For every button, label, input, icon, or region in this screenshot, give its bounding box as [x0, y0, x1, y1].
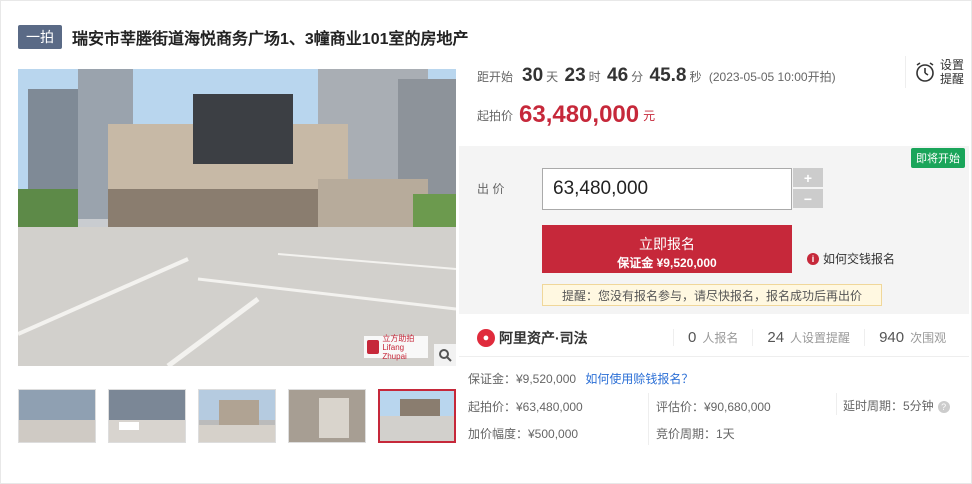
- detail-cycle: 竞价周期：1天: [656, 427, 735, 441]
- detail-start-price: 起拍价：¥63,480,000: [468, 400, 583, 414]
- auction-info: 距开始 30 天 23 时 46 分 45.8 秒 (2023-05-05 10:00开…: [459, 56, 969, 134]
- countdown-hours: 23: [564, 65, 586, 86]
- question-icon[interactable]: ?: [937, 400, 950, 413]
- main-photo[interactable]: 立方助拍 Lifang Zhupai: [18, 69, 456, 366]
- ali-assets-logo: ● 阿里资产·司法: [459, 328, 649, 348]
- watermark-icon: [367, 340, 380, 354]
- countdown-label: 距开始: [477, 69, 514, 84]
- zoom-button[interactable]: [434, 344, 456, 366]
- watermark-text: 立方助拍: [382, 333, 415, 343]
- detail-appraisal: 评估价：¥90,680,000: [656, 400, 771, 414]
- detail-delay: 延时周期：5分钟?: [843, 397, 950, 414]
- ali-logo-icon: ●: [477, 328, 495, 347]
- watermark-logo: 立方助拍 Lifang Zhupai: [364, 333, 428, 361]
- deposit-help-link[interactable]: 如何使用赊钱报名？: [585, 372, 693, 386]
- property-photo: [18, 69, 456, 366]
- countdown: 30 天 23 时 46 分 45.8 秒 (2023-05-05 10:00开拍): [522, 65, 836, 86]
- register-button[interactable]: 立即报名 保证金 ¥9,520,000: [542, 225, 792, 273]
- divider: [648, 393, 649, 445]
- magnifier-icon: [439, 349, 452, 362]
- title-bar: 一拍 瑞安市莘塍街道海悦商务广场1、3幢商业101室的房地产: [18, 25, 469, 49]
- alarm-clock-icon: [916, 62, 934, 82]
- registration-tip: 提醒：您没有报名参与，请尽快报名，报名成功后再出价: [542, 284, 882, 306]
- set-reminder-button[interactable]: 设置 提醒: [905, 56, 964, 88]
- bid-input[interactable]: 63,480,000: [542, 168, 792, 210]
- deposit-amount: 保证金：¥9,520,000: [468, 372, 577, 386]
- thumbnail-1[interactable]: [18, 389, 96, 443]
- start-price-value: 63,480,000: [519, 101, 640, 128]
- thumbnail-3[interactable]: [198, 389, 276, 443]
- auction-page: 一拍 瑞安市莘塍街道海悦商务广场1、3幢商业101室的房地产 立方助拍 Lifa…: [0, 0, 972, 484]
- info-icon: i: [807, 252, 819, 265]
- page-title: 瑞安市莘塍街道海悦商务广场1、3幢商业101室的房地产: [72, 31, 469, 48]
- thumbnail-strip: [18, 389, 456, 443]
- thumbnail-2[interactable]: [108, 389, 186, 443]
- watermark-subtext: Lifang Zhupai: [382, 342, 407, 361]
- start-price-row: 起拍价 63,480,000 元: [459, 96, 969, 134]
- countdown-seconds: 45.8: [649, 65, 687, 86]
- start-price-unit: 元: [643, 108, 656, 123]
- status-badge: 即将开始: [911, 148, 965, 168]
- divider: [836, 393, 837, 415]
- reminder-count: 24 人设置提醒: [752, 329, 864, 346]
- countdown-minutes: 46: [607, 65, 629, 86]
- bid-panel: 即将开始 出 价 63,480,000 + − 立即报名 保证金 ¥9,520,…: [459, 146, 969, 314]
- view-count: 940 次围观: [864, 329, 960, 346]
- registered-count: 0 人报名: [673, 329, 752, 346]
- thumbnail-4[interactable]: [288, 389, 366, 443]
- decrease-button[interactable]: −: [793, 189, 823, 208]
- deposit-line: 保证金：¥9,520,000 如何使用赊钱报名？: [468, 370, 693, 387]
- countdown-row: 距开始 30 天 23 时 46 分 45.8 秒 (2023-05-05 10:00开…: [459, 56, 969, 96]
- thumbnail-5[interactable]: [378, 389, 456, 443]
- auction-type-tag: 一拍: [18, 25, 62, 49]
- countdown-days: 30: [522, 65, 544, 86]
- start-time: (2023-05-05 10:00开拍): [708, 70, 836, 84]
- how-to-pay-link[interactable]: i 如何交钱报名: [807, 250, 895, 267]
- increase-button[interactable]: +: [793, 168, 823, 187]
- stats-row: ● 阿里资产·司法 0 人报名 24 人设置提醒 940 次围观: [459, 319, 969, 357]
- detail-increment: 加价幅度：¥500,000: [468, 427, 579, 441]
- start-price-label: 起拍价: [477, 108, 514, 123]
- bid-label: 出 价: [477, 182, 505, 196]
